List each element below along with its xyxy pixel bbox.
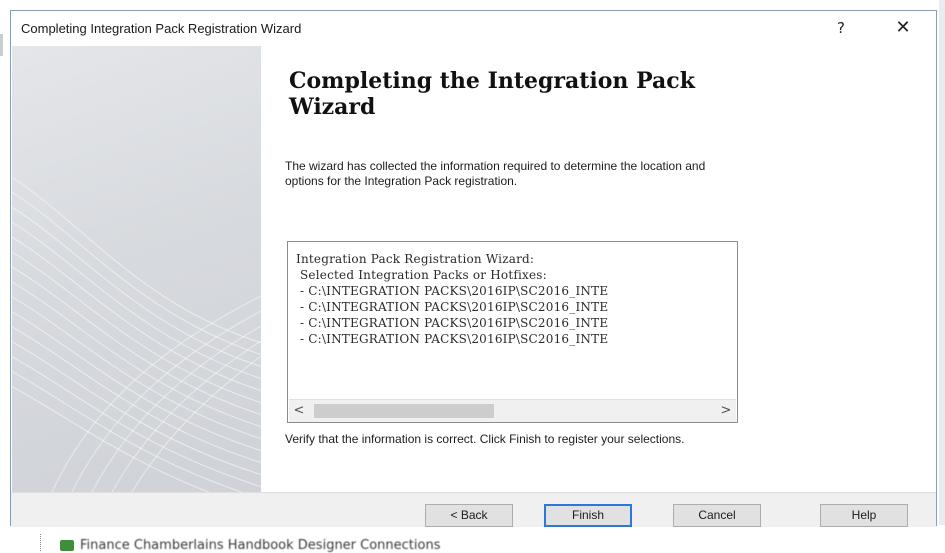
tree-item-icon (60, 540, 74, 551)
wizard-dialog: Completing Integration Pack Registration… (10, 10, 937, 527)
scrollbar-thumb[interactable] (314, 404, 494, 418)
intro-text: The wizard has collected the information… (285, 159, 706, 188)
finish-button[interactable]: Finish (544, 504, 632, 527)
help-button[interactable]: Help (820, 504, 908, 527)
background-window-edge (0, 34, 3, 56)
decorative-waves (12, 176, 261, 492)
back-button[interactable]: < Back (425, 504, 513, 527)
cancel-button[interactable]: Cancel (673, 504, 761, 527)
summary-line: - C:\INTEGRATION PACKS\2016IP\SC2016_INT… (296, 284, 609, 298)
title-bar: Completing Integration Pack Registration… (11, 11, 936, 45)
summary-textbox[interactable]: Integration Pack Registration Wizard: Se… (287, 241, 738, 423)
window-title: Completing Integration Pack Registration… (21, 21, 302, 36)
page-title: Completing the Integration Pack Wizard (289, 68, 695, 120)
summary-line: - C:\INTEGRATION PACKS\2016IP\SC2016_INT… (296, 300, 609, 314)
tree-line (40, 534, 42, 551)
horizontal-scrollbar[interactable]: < > (289, 399, 736, 422)
background-window-edge (939, 0, 945, 551)
summary-line: Integration Pack Registration Wizard: (296, 252, 535, 266)
scroll-left-arrow-icon[interactable]: < (289, 400, 309, 422)
scroll-right-arrow-icon[interactable]: > (716, 400, 736, 422)
summary-line: Selected Integration Packs or Hotfixes: (296, 268, 547, 282)
wizard-side-banner (12, 46, 261, 492)
summary-line: - C:\INTEGRATION PACKS\2016IP\SC2016_INT… (296, 316, 609, 330)
help-title-button[interactable]: ? (829, 17, 853, 39)
close-button[interactable]: ✕ (888, 17, 918, 39)
summary-line: - C:\INTEGRATION PACKS\2016IP\SC2016_INT… (296, 332, 609, 346)
button-bar: < Back Finish Cancel Help (11, 492, 936, 527)
verify-text: Verify that the information is correct. … (285, 432, 685, 446)
